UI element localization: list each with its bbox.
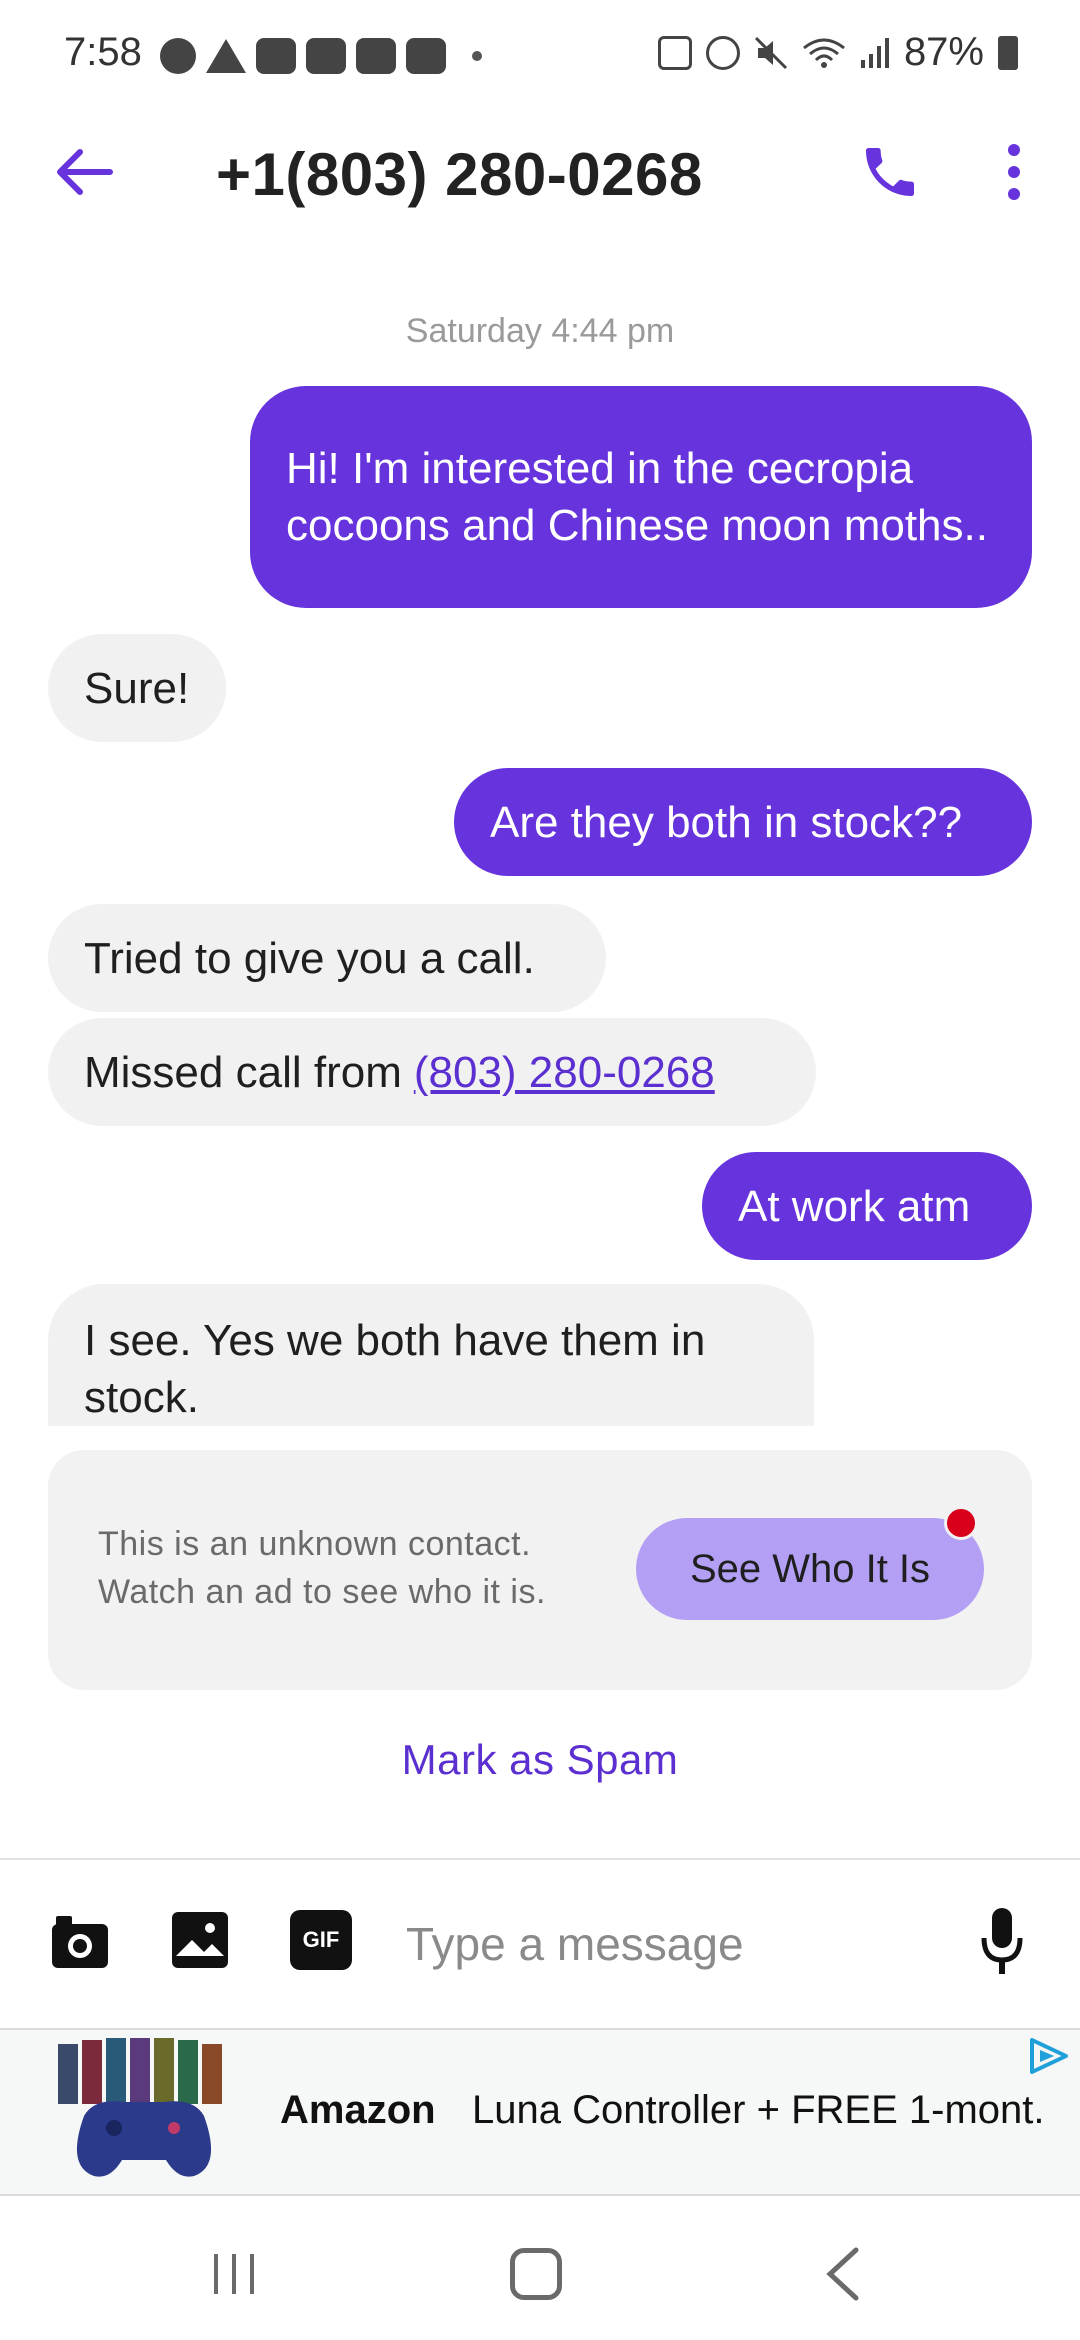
ad-controller-image: [58, 2038, 222, 2177]
message-bubble-incoming[interactable]: Missed call from (803) 280-0268: [48, 1018, 816, 1126]
message-bubble-outgoing[interactable]: At work atm: [702, 1152, 1032, 1260]
message-bubble-incoming[interactable]: I see. Yes we both have them in stock.: [48, 1284, 814, 1426]
see-who-it-is-button[interactable]: See Who It Is: [636, 1518, 984, 1620]
page-title: +1(803) 280-0268: [216, 141, 703, 208]
message-text: Tried to give you a call.: [84, 933, 535, 983]
phone-icon[interactable]: [858, 140, 922, 204]
home-icon[interactable]: [510, 2248, 562, 2300]
youtube-icon: [306, 38, 346, 74]
recent-apps-icon[interactable]: [210, 2250, 258, 2298]
ad-choices-icon[interactable]: [1024, 2036, 1072, 2076]
message-bubble-incoming[interactable]: Sure!: [48, 634, 226, 742]
more-notifications-icon: [472, 51, 482, 61]
ad-banner[interactable]: Amazon Luna Controller + FREE 1-mont...: [0, 2028, 1080, 2196]
gif-button[interactable]: GIF: [290, 1910, 352, 1970]
conversation-header: +1(803) 280-0268: [0, 112, 1080, 232]
notification-dot: [944, 1506, 978, 1540]
nfc-icon: [657, 35, 692, 70]
signal-icon: [860, 37, 889, 68]
unknown-contact-line1: This is an unknown contact.: [98, 1525, 532, 1563]
mute-icon: [754, 36, 787, 69]
unknown-contact-text: This is an unknown contact. Watch an ad …: [98, 1520, 618, 1616]
camera-icon[interactable]: [48, 1910, 112, 1974]
ad-text: Luna Controller + FREE 1-mont...: [472, 2088, 1042, 2132]
status-time: 7:58: [64, 30, 142, 74]
more-vert-icon[interactable]: [1000, 140, 1028, 204]
microphone-icon[interactable]: [978, 1906, 1026, 1978]
youtube-icon: [406, 38, 446, 74]
ad-brand: Amazon: [280, 2088, 436, 2132]
arrow-left-icon[interactable]: [52, 142, 116, 202]
gallery-icon[interactable]: [170, 1910, 230, 1970]
message-text: Missed call from: [84, 1047, 402, 1097]
battery-percent: 87%: [903, 30, 984, 74]
unknown-contact-line2: Watch an ad to see who it is.: [98, 1573, 546, 1611]
message-bubble-outgoing[interactable]: Are they both in stock??: [454, 768, 1032, 876]
mark-as-spam-link[interactable]: Mark as Spam: [0, 1736, 1080, 1784]
battery-icon: [998, 35, 1018, 70]
message-input[interactable]: [406, 1904, 946, 1984]
message-composer: GIF: [0, 1860, 1080, 2028]
message-text: Sure!: [84, 663, 190, 713]
unknown-contact-card: This is an unknown contact. Watch an ad …: [48, 1450, 1032, 1690]
wifi-icon: [803, 38, 845, 68]
back-icon[interactable]: [822, 2246, 862, 2302]
missed-call-number-link[interactable]: (803) 280-0268: [414, 1044, 715, 1101]
message-text: At work atm: [738, 1181, 971, 1231]
date-stamp: Saturday 4:44 pm: [405, 312, 675, 350]
notification-icons: [160, 38, 482, 74]
messenger-icon: [160, 38, 196, 74]
youtube-icon: [256, 38, 296, 74]
app-notification-icon: [356, 38, 396, 74]
alert-icon: [206, 39, 246, 73]
system-icons: 87%: [657, 30, 1018, 75]
system-nav-bar: [0, 2196, 1080, 2340]
message-bubble-incoming[interactable]: Tried to give you a call.: [48, 904, 606, 1012]
message-bubble-outgoing[interactable]: Hi! I'm interested in the cecropia cocoo…: [250, 386, 1032, 608]
message-text: I see. Yes we both have them in stock.: [84, 1316, 706, 1422]
alarm-icon: [705, 35, 740, 70]
message-text: Hi! I'm interested in the cecropia cocoo…: [286, 444, 988, 550]
status-bar: 7:58 87%: [0, 0, 1080, 112]
message-text: Are they both in stock??: [490, 797, 963, 847]
